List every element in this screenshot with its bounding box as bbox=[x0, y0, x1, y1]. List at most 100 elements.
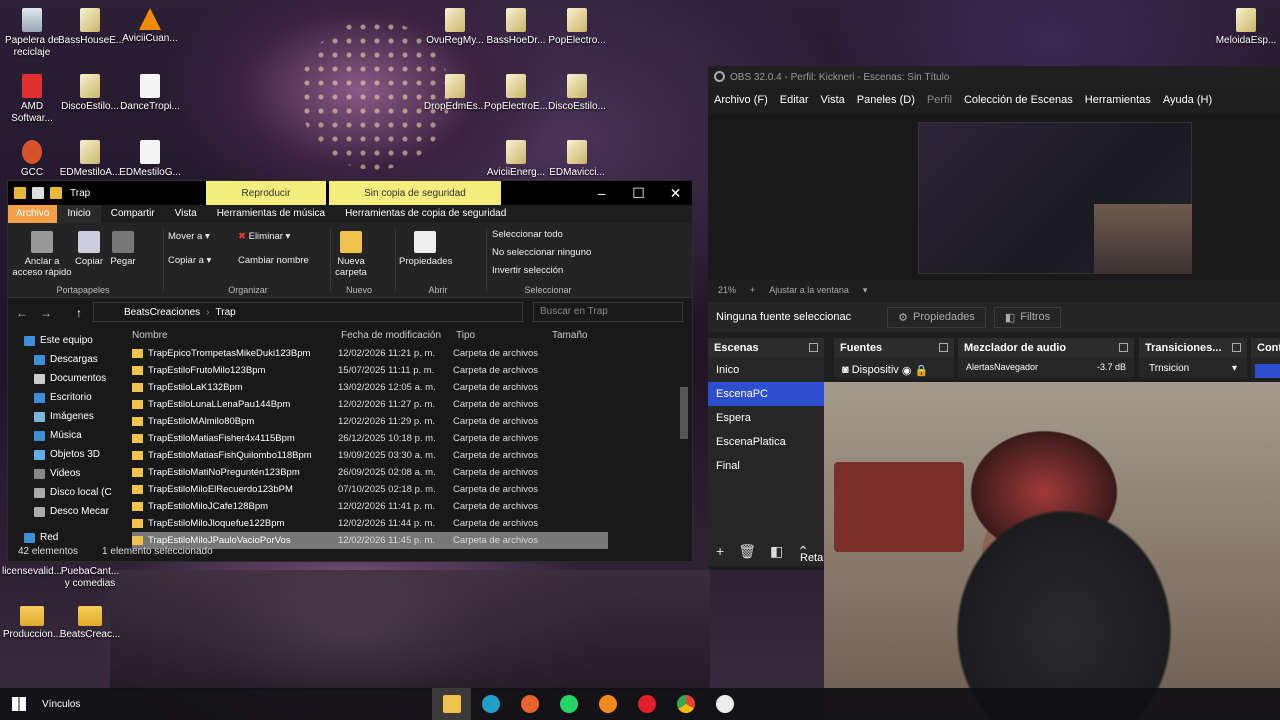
breadcrumb-item[interactable]: BeatsCreaciones bbox=[124, 307, 200, 318]
tab-compartir[interactable]: Compartir bbox=[101, 205, 165, 223]
start-button[interactable] bbox=[0, 688, 38, 720]
scene-item[interactable]: Espera bbox=[708, 406, 824, 430]
desktop-icon[interactable]: PopElectroE... bbox=[484, 74, 548, 113]
nav-item[interactable]: Imágenes bbox=[34, 411, 124, 422]
taskbar-whatsapp[interactable] bbox=[549, 688, 588, 720]
nav-item[interactable]: Descargas bbox=[34, 354, 124, 365]
menu-item[interactable]: Archivo (F) bbox=[714, 94, 768, 106]
nav-item[interactable]: Documentos bbox=[34, 373, 124, 384]
trash-icon[interactable]: 🗑 bbox=[738, 543, 756, 560]
table-row[interactable]: TrapEstiloFrutoMilo123Bpm 15/07/2025 11:1… bbox=[132, 362, 608, 379]
desktop-icon-folder[interactable]: Produccion... bbox=[0, 606, 64, 641]
desktop-icon[interactable]: AviciiCuan... bbox=[118, 8, 182, 45]
taskbar-firefox[interactable] bbox=[510, 688, 549, 720]
nav-item[interactable]: Disco local (C bbox=[34, 487, 124, 498]
pin-button[interactable]: Anclar a acceso rápido bbox=[12, 231, 72, 278]
menu-item[interactable]: Perfil bbox=[927, 94, 952, 106]
minimize-button[interactable]: – bbox=[583, 181, 620, 205]
add-scene-icon[interactable]: + bbox=[716, 543, 724, 559]
plus-icon[interactable]: + bbox=[750, 285, 755, 295]
eye-icon[interactable]: ◉ bbox=[902, 364, 912, 377]
desktop-icon-gcc[interactable]: GCC bbox=[0, 140, 64, 179]
desktop-icon[interactable]: DropEdmEs... bbox=[423, 74, 487, 113]
copy-to-button[interactable]: Copiar a ▾ bbox=[168, 255, 211, 266]
invert-selection-button[interactable]: Invertir selección bbox=[492, 265, 563, 276]
taskbar-opera[interactable] bbox=[627, 688, 666, 720]
desktop-icon[interactable]: EDMestiloA... bbox=[58, 140, 122, 179]
table-row[interactable]: TrapEstiloLunaLLenaPau144Bpm 12/02/2026 1… bbox=[132, 396, 608, 413]
properties-button[interactable]: Propiedades bbox=[399, 231, 452, 267]
nav-item[interactable]: Este equipo bbox=[24, 335, 114, 346]
desktop-icon[interactable]: DiscoEstilo... bbox=[58, 74, 122, 113]
desktop-icon[interactable]: MeloidaEsp... bbox=[1214, 8, 1278, 47]
breadcrumb-item[interactable]: Trap bbox=[216, 307, 236, 318]
filters-button[interactable]: ◧ Filtros bbox=[993, 306, 1062, 328]
menu-item[interactable]: Ayuda (H) bbox=[1163, 94, 1212, 106]
column-name[interactable]: Nombre bbox=[132, 330, 168, 341]
scene-item[interactable]: Final bbox=[708, 454, 824, 478]
up-icon[interactable]: ↑ bbox=[76, 306, 82, 320]
column-type[interactable]: Tipo bbox=[456, 330, 475, 341]
tab-herramientas-copia[interactable]: Herramientas de copia de seguridad bbox=[335, 205, 516, 223]
menu-item[interactable]: Herramientas bbox=[1085, 94, 1151, 106]
table-row[interactable]: TrapEstiloMAlmilo80Bpm 12/02/2026 11:29 p… bbox=[132, 413, 608, 430]
start-button[interactable] bbox=[1255, 364, 1280, 378]
taskbar-fl-studio[interactable] bbox=[588, 688, 627, 720]
maximize-button[interactable]: ☐ bbox=[620, 181, 657, 205]
tab-vista[interactable]: Vista bbox=[165, 205, 207, 223]
chevron-down-icon[interactable]: ▾ bbox=[863, 285, 868, 296]
nav-item[interactable]: Objetos 3D bbox=[34, 449, 124, 460]
desktop-icon[interactable]: PopElectro... bbox=[545, 8, 609, 47]
select-all-button[interactable]: Seleccionar todo bbox=[492, 229, 563, 240]
select-none-button[interactable]: No seleccionar ninguno bbox=[492, 247, 591, 258]
properties-icon[interactable] bbox=[32, 187, 44, 199]
scene-item-active[interactable]: EscenaPC bbox=[708, 382, 824, 406]
breadcrumb[interactable]: BeatsCreaciones › Trap bbox=[93, 302, 523, 322]
move-to-button[interactable]: Mover a ▾ bbox=[168, 231, 210, 242]
new-folder-icon[interactable] bbox=[50, 187, 62, 199]
rename-button[interactable]: Cambiar nombre bbox=[238, 255, 309, 266]
taskbar-edge[interactable] bbox=[471, 688, 510, 720]
scene-filter-icon[interactable]: ◧ bbox=[770, 543, 783, 560]
taskbar-chrome[interactable] bbox=[666, 688, 705, 720]
back-icon[interactable]: ← bbox=[16, 306, 28, 320]
source-item[interactable]: ◙ Dispositiv ◉ 🔒 bbox=[834, 358, 954, 382]
nav-item[interactable]: Desco Mecar bbox=[34, 506, 124, 517]
table-row[interactable]: TrapEstiloMatiNoPreguntén123Bpm 26/09/202… bbox=[132, 464, 608, 481]
close-button[interactable]: ✕ bbox=[657, 181, 694, 205]
undock-icon[interactable] bbox=[1232, 343, 1241, 352]
desktop-icon[interactable]: AviciiEnerg... bbox=[484, 140, 548, 179]
table-row[interactable]: TrapEstiloMatiasFisher4x4115Bpm 26/12/202… bbox=[132, 430, 608, 447]
scrollbar[interactable] bbox=[680, 331, 688, 541]
desktop-icon[interactable]: DiscoEstilo... bbox=[545, 74, 609, 113]
table-row[interactable]: TrapEstiloMiloJCafe128Bpm 12/02/2026 11:4… bbox=[132, 498, 608, 515]
nav-item[interactable]: Videos bbox=[34, 468, 124, 479]
scene-item[interactable]: Inico bbox=[708, 358, 824, 382]
undock-icon[interactable] bbox=[809, 343, 818, 352]
table-row[interactable]: TrapEstiloMatiasFishQuilombo118Bpm 19/09/… bbox=[132, 447, 608, 464]
table-row[interactable]: TrapEpicoTrompetasMikeDuki123Bpm 12/02/20… bbox=[132, 345, 608, 362]
lock-icon[interactable]: 🔒 bbox=[915, 364, 929, 377]
desktop-icon-amd[interactable]: AMD Softwar... bbox=[0, 74, 64, 125]
transition-select[interactable]: Trnsicion ▾ bbox=[1139, 358, 1247, 379]
desktop-icon[interactable]: EDMestiloG... bbox=[118, 140, 182, 179]
zoom-level[interactable]: 21% bbox=[718, 285, 736, 295]
desktop-icon-recycle-bin[interactable]: Papelera de reciclaje bbox=[0, 8, 64, 59]
column-size[interactable]: Tamaño bbox=[552, 330, 588, 341]
undock-icon[interactable] bbox=[939, 343, 948, 352]
tab-sin-copia[interactable]: Sin copia de seguridad bbox=[329, 181, 501, 205]
forward-icon[interactable]: → bbox=[40, 306, 52, 320]
delete-button[interactable]: ✖ Eliminar ▾ bbox=[238, 231, 290, 242]
tab-inicio[interactable]: Inicio bbox=[57, 205, 101, 223]
menu-item[interactable]: Vista bbox=[821, 94, 845, 106]
paste-button[interactable]: Pegar bbox=[108, 231, 138, 267]
taskbar-explorer[interactable] bbox=[432, 688, 471, 720]
table-row[interactable]: TrapEstiloMiloElRecuerdo123bPM 07/10/2025… bbox=[132, 481, 608, 498]
table-row[interactable]: TrapEstiloLaK132Bpm 13/02/2026 12:05 a. m… bbox=[132, 379, 608, 396]
tab-archivo[interactable]: Archivo bbox=[8, 205, 58, 223]
undock-icon[interactable] bbox=[1119, 343, 1128, 352]
desktop-icon[interactable]: BassHouseE... bbox=[58, 8, 124, 47]
new-folder-button[interactable]: Nueva carpeta bbox=[334, 231, 368, 278]
desktop-icon[interactable]: BassHoeDr... bbox=[484, 8, 548, 47]
desktop-icon[interactable]: EDMavicci... bbox=[545, 140, 609, 179]
